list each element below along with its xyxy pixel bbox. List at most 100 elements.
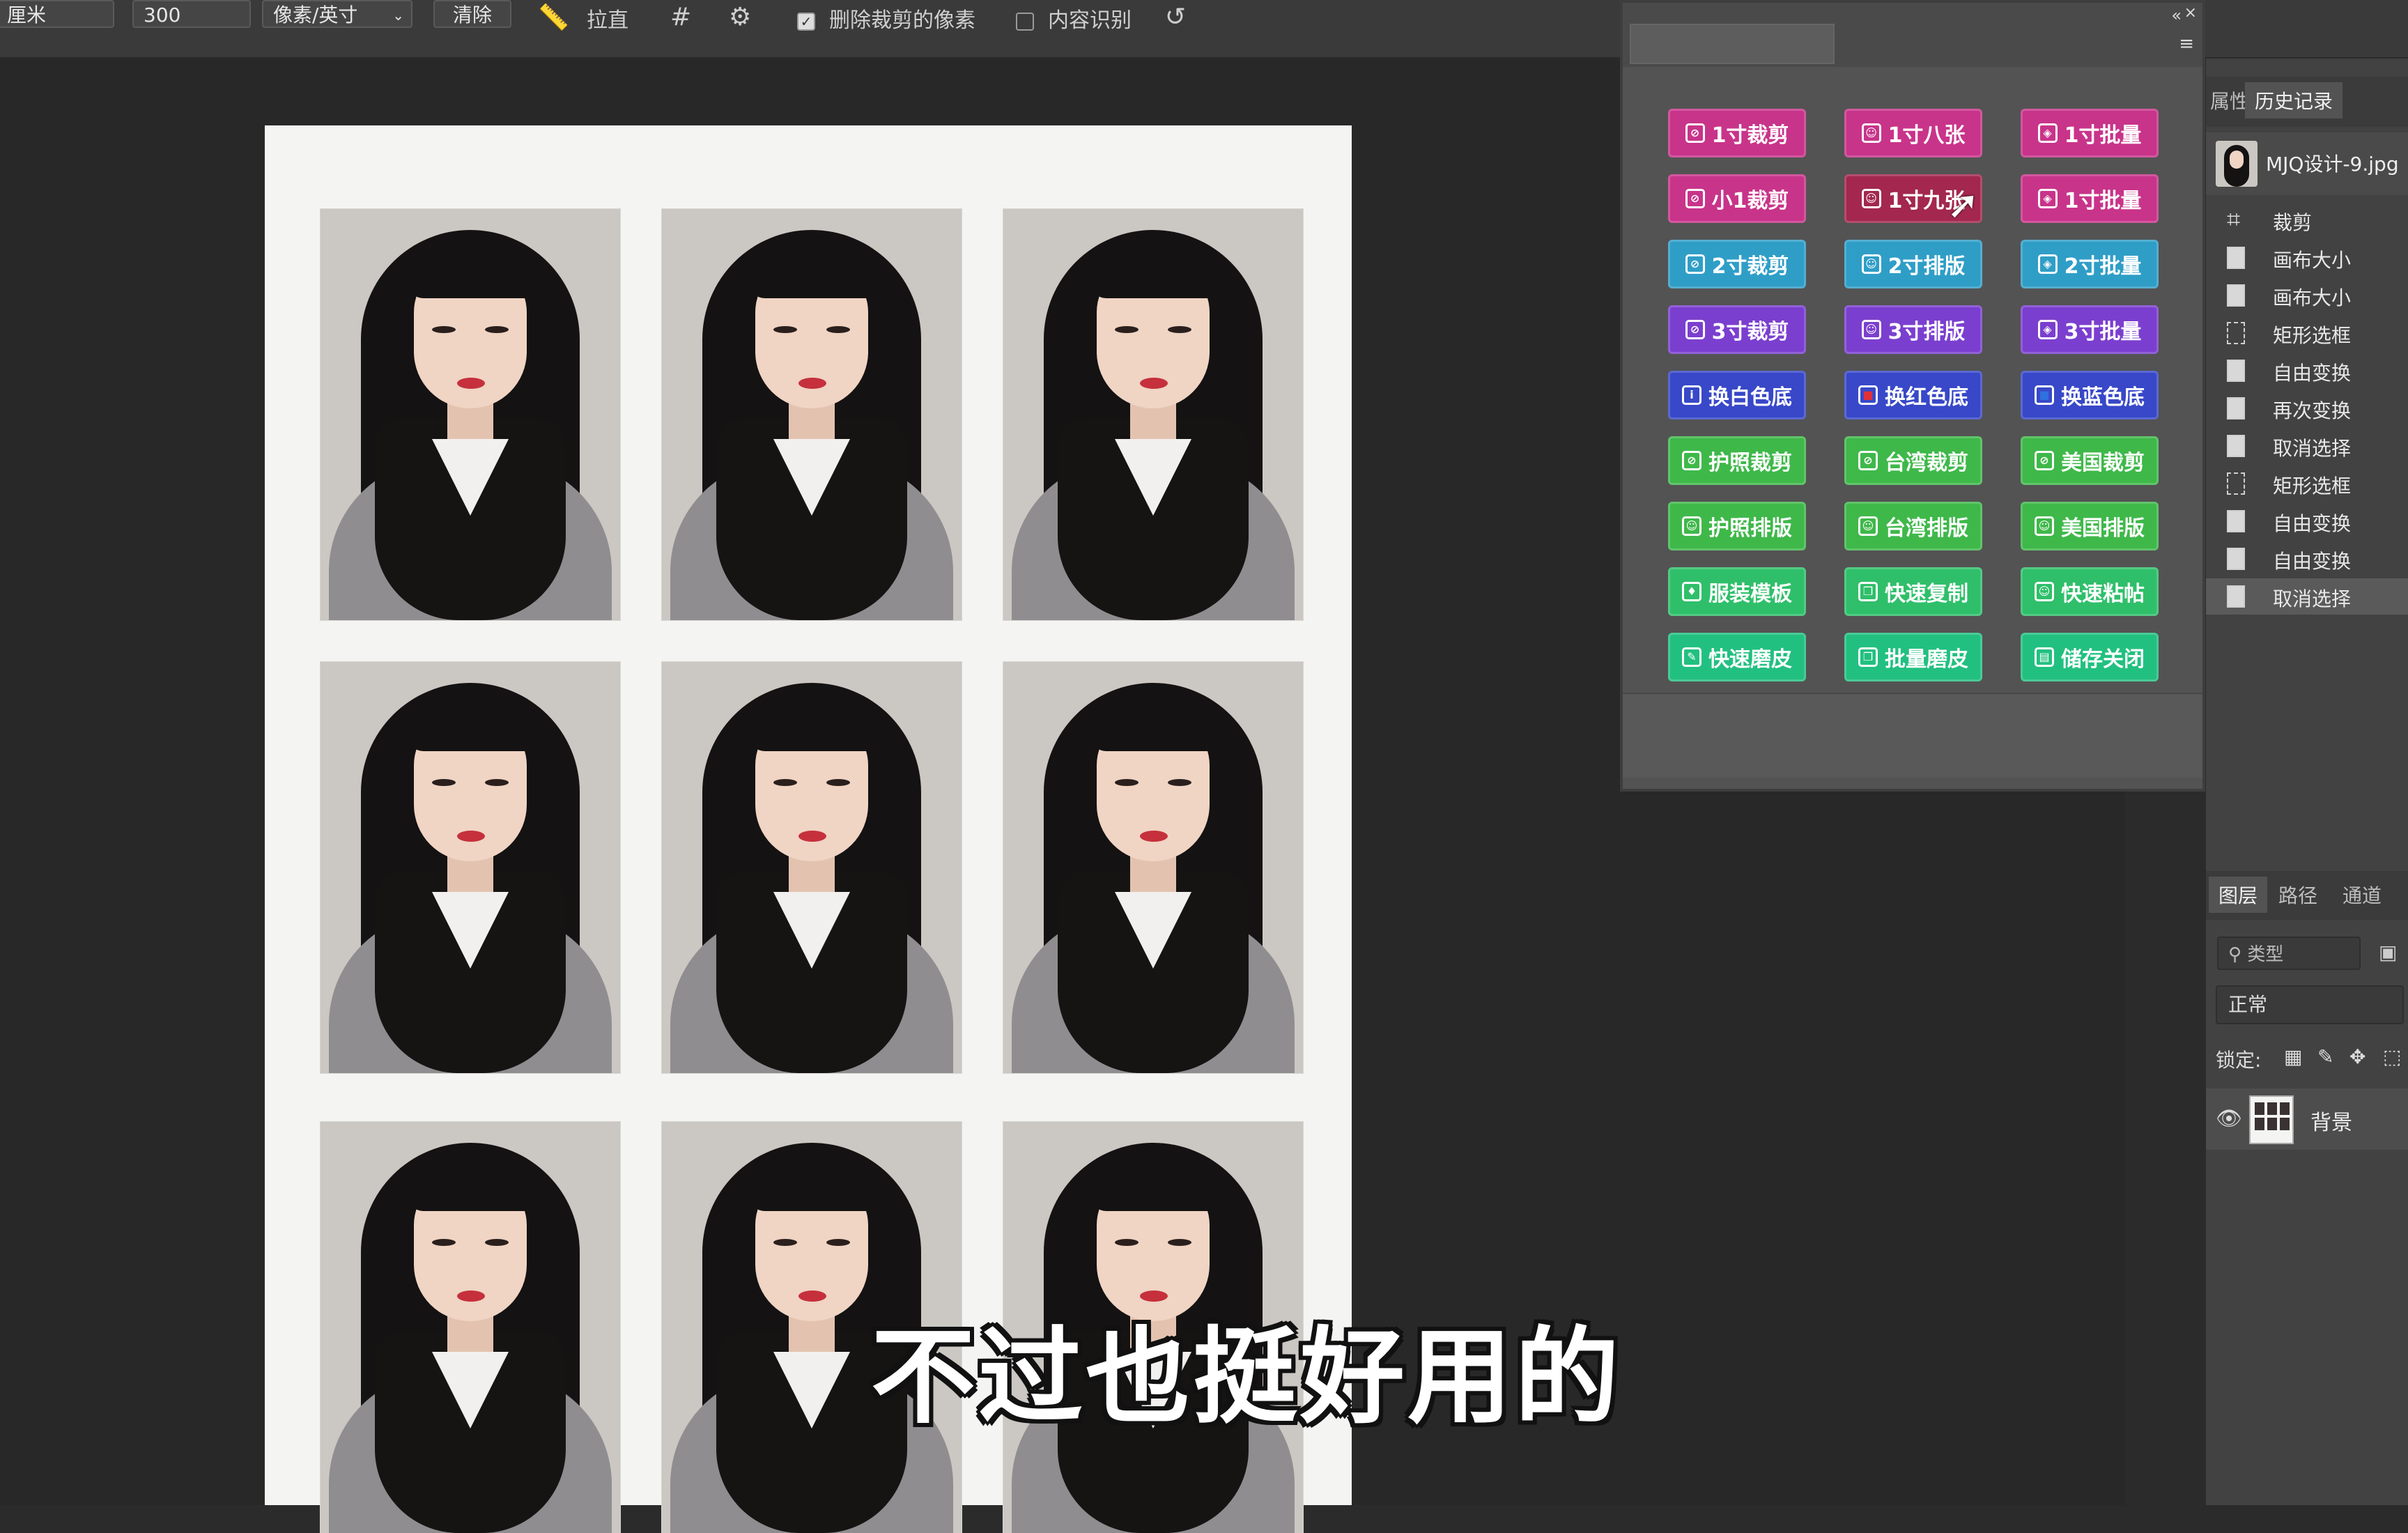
cube-icon: ◈ (2037, 254, 2058, 274)
plugin-button-21[interactable]: ☺ 美国排版 (2021, 502, 2159, 550)
history-item[interactable]: 画布大小 (2206, 277, 2408, 314)
gear-icon[interactable]: ⚙ (729, 3, 751, 31)
marquee-icon (2227, 322, 2245, 344)
plugin-button-27[interactable]: ▤ 储存关闭 (2021, 633, 2159, 681)
plugin-button-19[interactable]: ☺ 护照排版 (1668, 502, 1806, 550)
history-item[interactable]: 自由变换 (2206, 353, 2408, 389)
blend-mode-select[interactable]: 正常 (2216, 985, 2404, 1024)
lock-transparent-icon[interactable]: ▦ (2284, 1045, 2302, 1068)
unit-field[interactable]: 厘米 (0, 0, 114, 28)
history-item[interactable]: ⌗ 裁剪 (2206, 202, 2408, 238)
collapse-icon[interactable]: « (2171, 6, 2182, 25)
tab-properties[interactable]: 属性 (2210, 86, 2249, 114)
history-item[interactable]: 自由变换 (2206, 503, 2408, 539)
layer-thumbnail (2249, 1095, 2294, 1144)
history-item[interactable]: 取消选择 (2206, 428, 2408, 464)
history-snapshot[interactable]: MJQ设计-9.jpg (2206, 132, 2408, 195)
plugin-button-label: 1寸八张 (1888, 123, 1966, 148)
close-icon[interactable]: × (2184, 4, 2197, 22)
history-item[interactable]: 画布大小 (2206, 240, 2408, 276)
plugin-button-10[interactable]: ⊘ 3寸裁剪 (1668, 305, 1806, 354)
history-item[interactable]: 取消选择 (2206, 578, 2408, 615)
plugin-button-label: 3寸批量 (2064, 320, 2142, 344)
content-aware-checkbox[interactable] (1016, 13, 1034, 31)
resolution-unit-select[interactable]: 像素/英寸 ⌄ (262, 0, 412, 28)
video-subtitle: 不过也挺好用的 (871, 1317, 1623, 1438)
layer-search-placeholder: 类型 (2247, 944, 2284, 965)
delete-cropped-checkbox[interactable]: ✓ (797, 13, 815, 31)
history-item[interactable]: 再次变换 (2206, 390, 2408, 426)
lock-label: 锁定: (2216, 1049, 2262, 1072)
plugin-button-17[interactable]: ⊘ 台湾裁剪 (1844, 436, 1982, 485)
plugin-button-26[interactable]: ❐ 批量磨皮 (1844, 633, 1982, 681)
plugin-button-label: 3寸排版 (1888, 320, 1966, 344)
layer-row-background[interactable]: 👁 背景 (2206, 1088, 2408, 1150)
person-icon: ☺ (1858, 516, 1878, 536)
content-aware-label: 内容识别 (1048, 8, 1132, 33)
lock-paint-icon[interactable]: ✎ (2317, 1045, 2333, 1068)
doc-icon (2227, 284, 2245, 307)
person-icon: ☺ (2035, 516, 2054, 536)
lock-artboard-icon[interactable]: ⬚ (2383, 1045, 2401, 1068)
lock-row: 锁定: ▦ ✎ ✥ ⬚ (2206, 1038, 2408, 1077)
grid-overlay-icon[interactable]: # (670, 3, 691, 31)
plugin-button-3[interactable]: ◈ 1寸批量 (2021, 109, 2159, 157)
id-photo (321, 1122, 620, 1533)
reset-icon[interactable]: ↺ (1165, 3, 1186, 31)
resolution-input[interactable]: 300 (132, 0, 251, 28)
plugin-button-2[interactable]: ☺ 1寸八张 (1844, 109, 1982, 157)
history-item[interactable]: 矩形选框 (2206, 315, 2408, 351)
plugin-button-13[interactable]: i 换白色底 (1668, 371, 1806, 419)
eye-icon[interactable]: 👁 (2216, 1107, 2242, 1131)
image-filter-icon[interactable]: ▣ (2379, 941, 2397, 964)
tab-paths[interactable]: 路径 (2278, 881, 2317, 909)
tab-channels[interactable]: 通道 (2343, 881, 2382, 909)
plugin-button-4[interactable]: ⊘ 小1裁剪 (1668, 174, 1806, 223)
menu-icon[interactable]: ≡ (2179, 33, 2194, 54)
id-photo (321, 209, 620, 620)
plugin-button-22[interactable]: ♦ 服装模板 (1668, 567, 1806, 616)
history-item-label: 自由变换 (2273, 550, 2352, 573)
snapshot-thumbnail (2216, 141, 2258, 187)
person-icon: ☺ (1861, 189, 1881, 208)
history-item[interactable]: 自由变换 (2206, 541, 2408, 577)
plugin-button-25[interactable]: ✎ 快速磨皮 (1668, 633, 1806, 681)
doc-icon (2227, 435, 2245, 457)
plugin-button-11[interactable]: ☺ 3寸排版 (1844, 305, 1982, 354)
blue-square-icon: ■ (2035, 385, 2054, 405)
history-item-label: 矩形选框 (2273, 475, 2352, 498)
history-item-label: 再次变换 (2273, 399, 2352, 422)
person-icon: ☺ (1682, 516, 1701, 536)
tab-layers[interactable]: 图层 (2209, 877, 2268, 913)
straighten-icon[interactable]: 📏 (538, 3, 569, 32)
crop-icon: ⊘ (1685, 123, 1705, 143)
plugin-button-12[interactable]: ◈ 3寸批量 (2021, 305, 2159, 354)
tab-history[interactable]: 历史记录 (2245, 82, 2343, 118)
history-item[interactable]: 矩形选框 (2206, 465, 2408, 502)
plugin-button-18[interactable]: ⊘ 美国裁剪 (2021, 436, 2159, 485)
clear-button[interactable]: 清除 (433, 0, 511, 28)
lock-position-icon[interactable]: ✥ (2349, 1045, 2365, 1068)
plugin-button-8[interactable]: ☺ 2寸排版 (1844, 240, 1982, 288)
plugin-button-14[interactable]: ■ 换红色底 (1844, 371, 1982, 419)
plugin-tab[interactable] (1630, 24, 1835, 64)
shirt-icon: ♦ (1682, 582, 1701, 601)
mouse-cursor-icon: ➚ (1947, 183, 1979, 228)
plugin-button-23[interactable]: ❐ 快速复制 (1844, 567, 1982, 616)
id-photo (662, 662, 962, 1073)
plugin-button-label: 护照排版 (1708, 516, 1792, 541)
plugin-button-label: 服装模板 (1708, 582, 1792, 606)
plugin-button-15[interactable]: ■ 换蓝色底 (2021, 371, 2159, 419)
layer-search-input[interactable]: ⚲ 类型 (2217, 937, 2361, 970)
plugin-button-20[interactable]: ☺ 台湾排版 (1844, 502, 1982, 550)
plugin-button-24[interactable]: ☺ 快速粘帖 (2021, 567, 2159, 616)
history-item-label: 取消选择 (2273, 587, 2352, 610)
plugin-button-6[interactable]: ◈ 1寸批量 (2021, 174, 2159, 223)
info-icon: i (1682, 385, 1701, 405)
plugin-button-9[interactable]: ◈ 2寸批量 (2021, 240, 2159, 288)
plugin-button-7[interactable]: ⊘ 2寸裁剪 (1668, 240, 1806, 288)
straighten-label[interactable]: 拉直 (587, 3, 628, 33)
doc-icon (2227, 397, 2245, 419)
plugin-button-16[interactable]: ⊘ 护照裁剪 (1668, 436, 1806, 485)
plugin-button-1[interactable]: ⊘ 1寸裁剪 (1668, 109, 1806, 157)
